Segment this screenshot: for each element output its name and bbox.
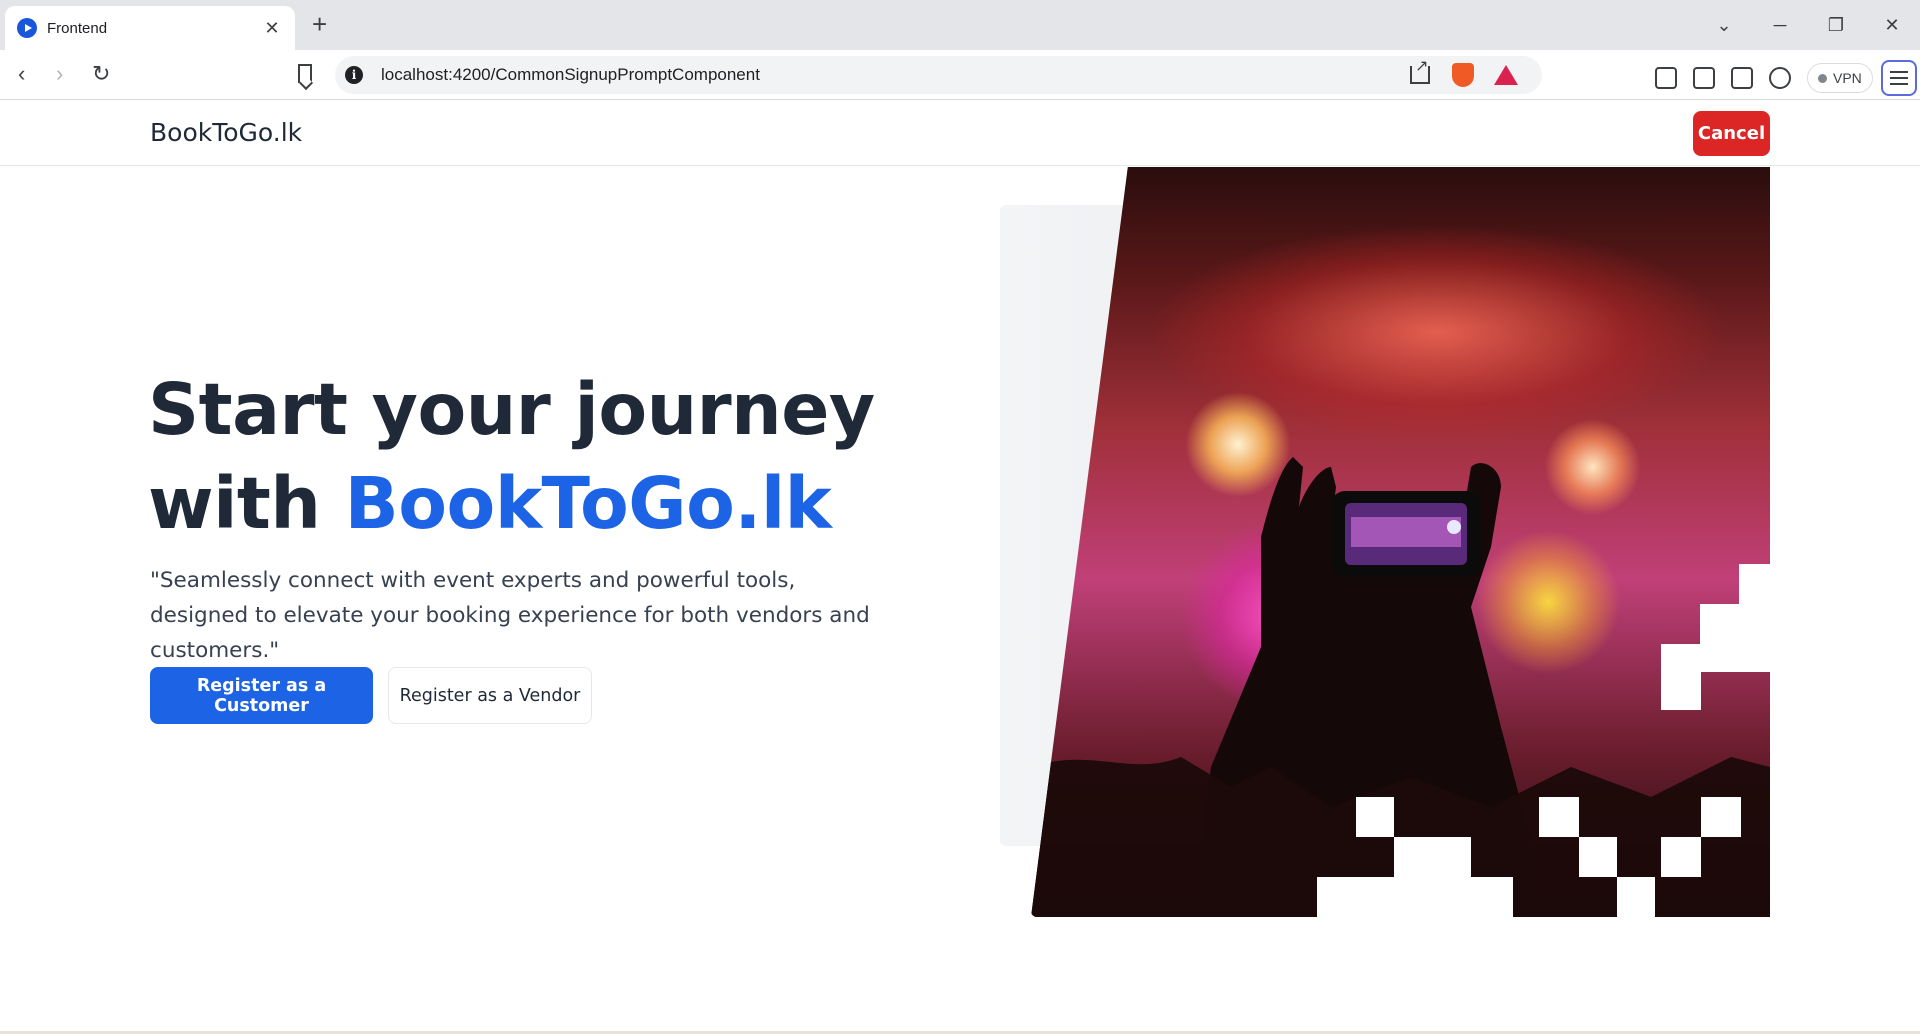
- browser-menu-icon[interactable]: [1880, 60, 1917, 96]
- close-tab-icon[interactable]: ✕: [261, 18, 283, 39]
- hero-title: Start your journey with BookToGo.lk: [148, 363, 908, 551]
- window-controls: ⌄ ─ ❐ ✕: [1696, 0, 1920, 50]
- toolbar-extensions: VPN: [1655, 60, 1917, 96]
- register-vendor-button[interactable]: Register as a Vendor: [388, 667, 592, 724]
- bookmark-icon[interactable]: [298, 64, 312, 83]
- minimize-icon[interactable]: ─: [1752, 15, 1808, 36]
- restore-icon[interactable]: ❐: [1808, 15, 1864, 36]
- browser-tab[interactable]: Frontend ✕: [5, 6, 295, 50]
- leo-ai-icon[interactable]: [1769, 67, 1791, 89]
- address-bar[interactable]: i localhost:4200/CommonSignupPromptCompo…: [335, 56, 1542, 94]
- cancel-button[interactable]: Cancel: [1693, 111, 1770, 156]
- browser-tabstrip: Frontend ✕ + ⌄ ─ ❐ ✕: [0, 0, 1920, 50]
- wallet-icon[interactable]: [1731, 67, 1753, 89]
- hero-title-line1: Start your journey: [148, 368, 875, 451]
- forward-icon[interactable]: ›: [56, 62, 63, 86]
- close-window-icon[interactable]: ✕: [1864, 15, 1920, 36]
- extensions-icon[interactable]: [1655, 67, 1677, 89]
- register-customer-button[interactable]: Register as a Customer: [150, 667, 373, 724]
- back-icon[interactable]: ‹: [18, 62, 25, 86]
- app-favicon-icon: [17, 18, 37, 38]
- brand-logo-text[interactable]: BookToGo.lk: [150, 118, 302, 147]
- brave-shields-icon[interactable]: [1452, 63, 1474, 87]
- sidebar-icon[interactable]: [1693, 67, 1715, 89]
- new-tab-icon[interactable]: +: [312, 11, 327, 37]
- vpn-button[interactable]: VPN: [1807, 63, 1873, 93]
- signup-prompt-page: BookToGo.lk Cancel Start your journey wi…: [0, 101, 1920, 1034]
- concert-hero-image: [1031, 167, 1770, 917]
- hero-subtitle: "Seamlessly connect with event experts a…: [150, 568, 870, 663]
- tab-title: Frontend: [47, 19, 108, 37]
- hero-title-with: with: [148, 462, 345, 545]
- vpn-label: VPN: [1833, 70, 1862, 86]
- share-icon[interactable]: [1410, 56, 1430, 84]
- brave-rewards-icon[interactable]: [1494, 65, 1518, 85]
- url-text[interactable]: localhost:4200/CommonSignupPromptCompone…: [381, 65, 1410, 85]
- browser-toolbar: ‹ › ↻ i localhost:4200/CommonSignupPromp…: [0, 50, 1920, 100]
- site-info-icon[interactable]: i: [345, 66, 363, 84]
- reload-icon[interactable]: ↻: [92, 62, 110, 86]
- site-navbar: BookToGo.lk Cancel: [0, 101, 1920, 166]
- hero-title-brand: BookToGo.lk: [344, 462, 832, 545]
- vpn-status-icon: [1818, 73, 1827, 83]
- crowd-phone-silhouette: [1031, 457, 1770, 917]
- tab-search-icon[interactable]: ⌄: [1696, 15, 1752, 36]
